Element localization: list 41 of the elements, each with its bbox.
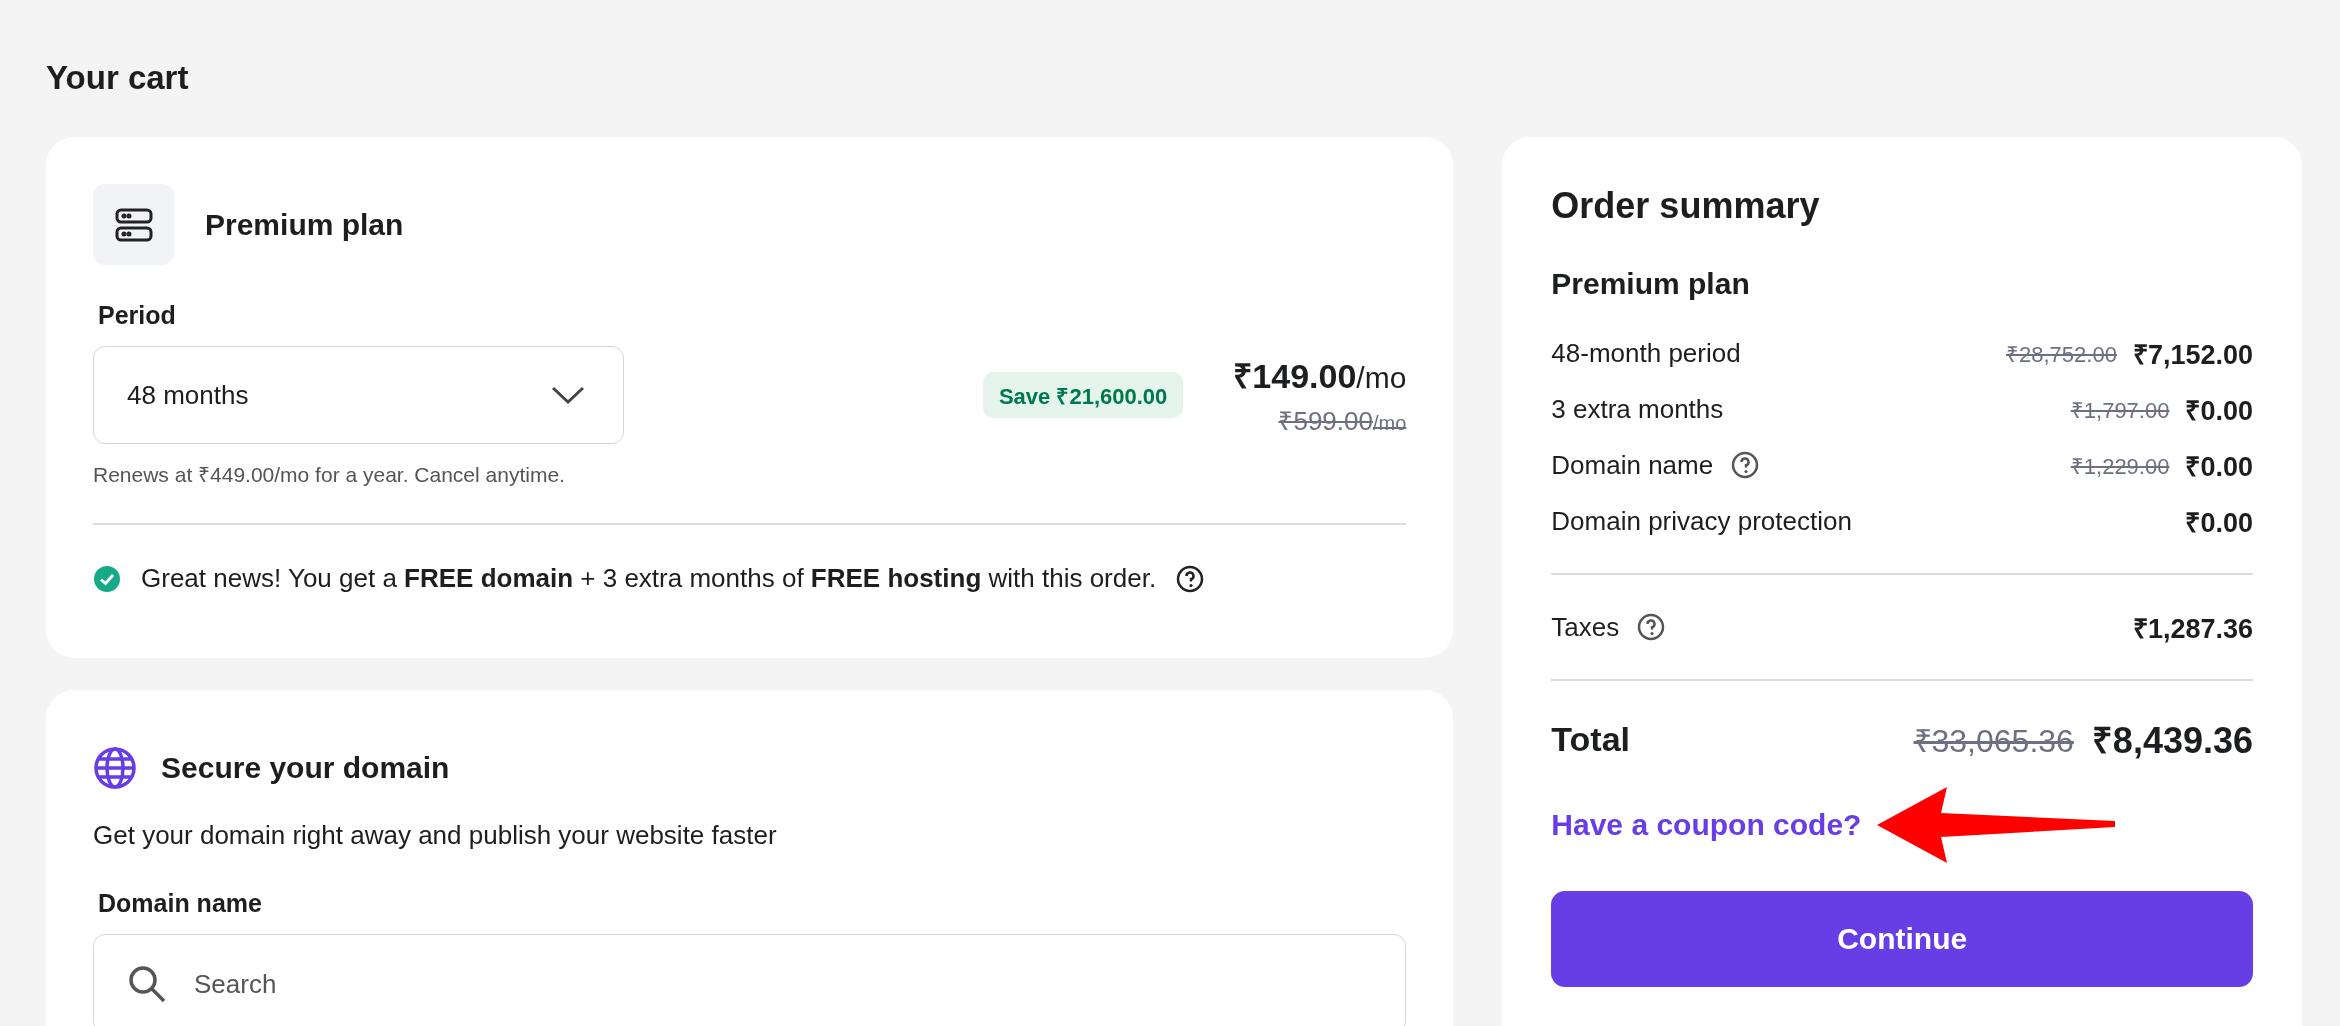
original-price: ₹28,752.00 xyxy=(2006,341,2117,368)
savings-badge: Save ₹21,600.00 xyxy=(982,372,1184,418)
search-icon xyxy=(127,964,167,1004)
line-item-label: 48-month period xyxy=(1551,337,1741,369)
line-item-label: Domain privacy protection xyxy=(1551,505,1852,537)
coupon-link[interactable]: Have a coupon code? xyxy=(1551,808,1862,842)
chevron-down-icon xyxy=(551,385,585,405)
original-price: ₹1,229.00 xyxy=(2070,453,2170,480)
globe-icon xyxy=(93,746,137,790)
help-icon[interactable] xyxy=(1637,613,1666,641)
line-item-price: ₹0.00 xyxy=(2185,506,2253,540)
page-title: Your cart xyxy=(46,58,190,98)
search-field[interactable]: Search xyxy=(93,934,1407,1026)
total-label: Total xyxy=(1551,719,1631,759)
original-total: ₹33,065.36 xyxy=(1913,721,2074,761)
period-label: Period xyxy=(98,301,177,330)
renewal-note: Renews at ₹449.00/mo for a year. Cancel anytime. xyxy=(93,462,566,488)
plan-title: Premium plan xyxy=(205,207,404,242)
continue-button[interactable]: Continue xyxy=(1551,891,2253,987)
monthly-price: ₹149.00/mo xyxy=(1233,356,1407,397)
original-price: ₹1,797.00 xyxy=(2070,397,2170,424)
original-price: ₹599.00/mo xyxy=(1277,405,1407,438)
domain-label: Domain name xyxy=(98,889,263,918)
summary-plan-name: Premium plan xyxy=(1551,267,1751,301)
line-item-label: 3 extra months xyxy=(1551,393,1724,425)
total-price: ₹8,439.36 xyxy=(2091,718,2253,763)
line-item-price: ₹0.00 xyxy=(2185,450,2253,484)
line-item-price: ₹7,152.00 xyxy=(2132,338,2253,372)
line-item-label: Domain name xyxy=(1551,449,1714,481)
promo-message: Great news! You get a FREE domain + 3 extra months of FREE hosting with this order. xyxy=(141,563,1157,594)
domain-subtitle: Get your domain right away and publish your website faster xyxy=(93,820,778,851)
period-dropdown[interactable]: 48 months xyxy=(93,346,624,444)
check-circle-icon xyxy=(93,564,121,593)
help-icon[interactable] xyxy=(1731,451,1760,479)
domain-title: Secure your domain xyxy=(161,751,450,785)
server-icon xyxy=(93,184,174,265)
taxes-label: Taxes xyxy=(1551,611,1620,643)
taxes-price: ₹1,287.36 xyxy=(2132,612,2253,646)
help-icon[interactable] xyxy=(1176,564,1205,593)
summary-title: Order summary xyxy=(1551,185,1821,227)
line-item-price: ₹0.00 xyxy=(2185,394,2253,428)
